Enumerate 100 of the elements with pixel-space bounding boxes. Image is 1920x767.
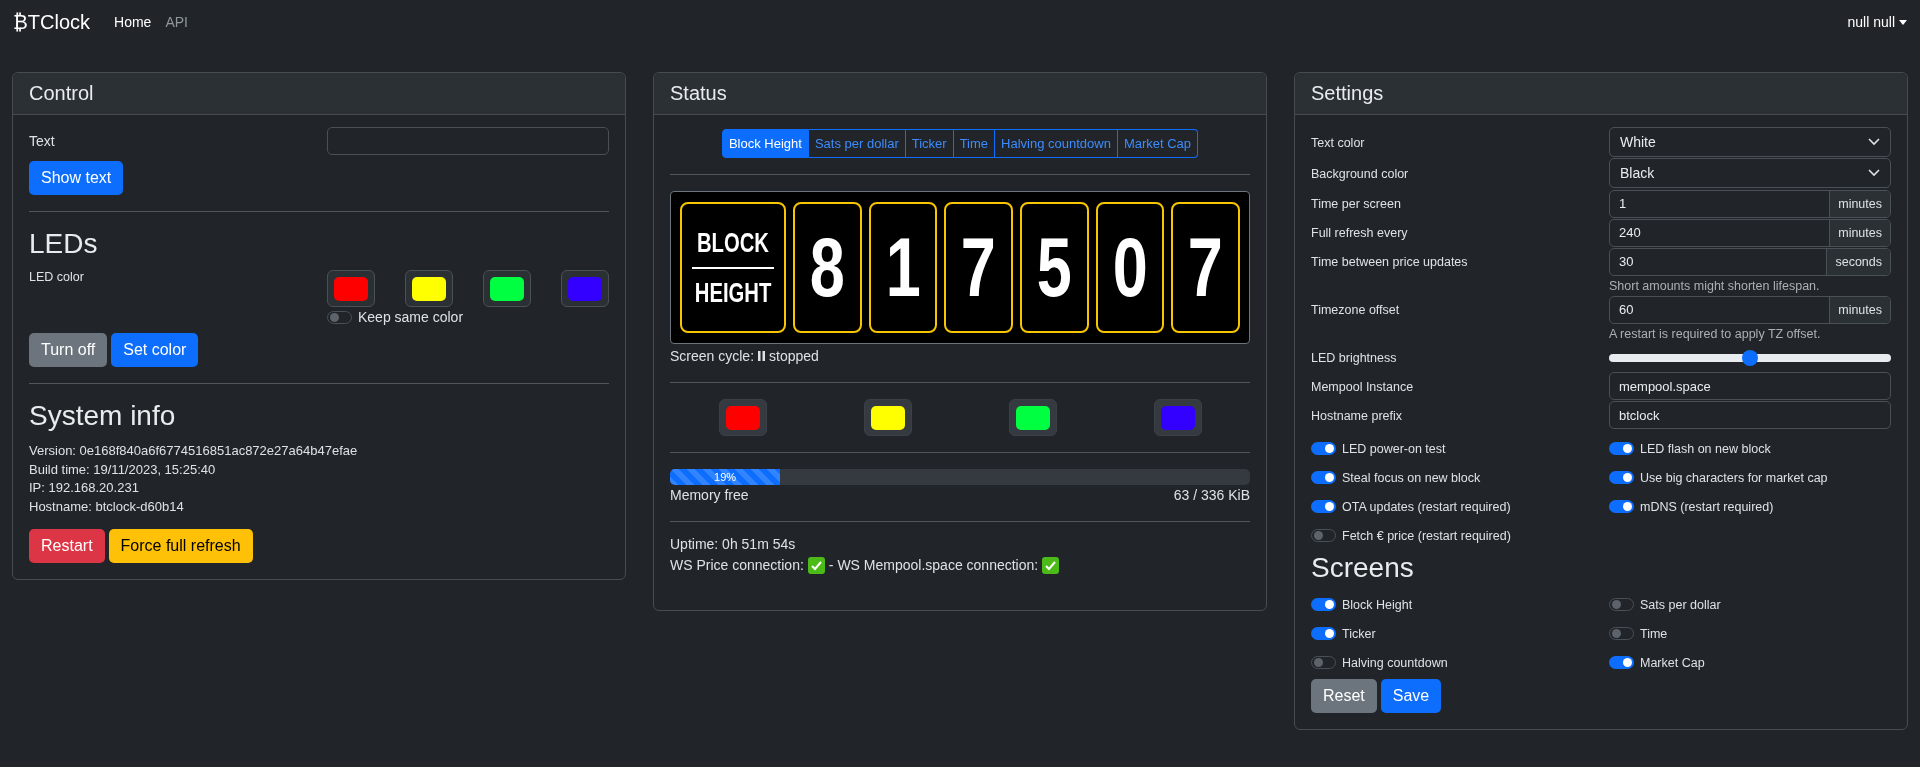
uptime-text: Uptime: 0h 51m 54s (670, 535, 797, 554)
unit-label: minutes (1829, 219, 1890, 246)
caret-icon (1899, 19, 1907, 25)
color-picker[interactable] (561, 270, 609, 307)
toggle-switch[interactable] (1311, 627, 1336, 640)
action-button[interactable]: Reset (1311, 679, 1377, 713)
field-label: Time between price updates (1311, 254, 1469, 269)
field-label: LED brightness (1311, 350, 1398, 365)
toggle-label: LED power-on test (1342, 441, 1446, 456)
field-label: Mempool Instance (1311, 379, 1415, 394)
toggle-switch[interactable] (1311, 500, 1336, 513)
toggle-label: LED flash on new block (1640, 441, 1771, 456)
field-label: Timezone offset (1311, 302, 1401, 317)
number-field[interactable]: 240 minutes (1609, 218, 1891, 247)
unit-label: seconds (1826, 248, 1890, 275)
toggle-label: Halving countdown (1342, 655, 1448, 670)
screen-tab[interactable]: Block Height (721, 129, 809, 158)
number-field[interactable]: 60 minutes (1609, 295, 1891, 324)
toggle-label: Market Cap (1640, 655, 1705, 670)
section-heading: Screens (1311, 552, 1415, 584)
screen-tab[interactable]: Ticker (905, 129, 954, 158)
select-field[interactable]: Black (1609, 158, 1891, 188)
color-picker[interactable] (405, 270, 453, 307)
toggle-switch[interactable] (1311, 442, 1336, 455)
toggle-label: Ticker (1342, 626, 1376, 641)
screen-tab[interactable]: Market Cap (1117, 129, 1199, 158)
unit-label: minutes (1829, 190, 1890, 217)
display-label: BLOCK (697, 226, 769, 260)
slider-thumb[interactable] (1742, 349, 1758, 366)
show-text-button[interactable]: Show text (29, 161, 124, 195)
action-button[interactable]: Force full refresh (108, 529, 253, 563)
toggle-label: Time (1640, 626, 1668, 641)
section-heading: LEDs (29, 228, 99, 260)
text-field[interactable]: mempool.space (1609, 372, 1891, 400)
user-menu[interactable]: null null (1847, 14, 1907, 30)
toggle-switch[interactable] (1609, 598, 1634, 611)
display-digit: 8 (809, 219, 845, 316)
toggle-switch[interactable] (1609, 442, 1634, 455)
field-label: Full refresh every (1311, 225, 1409, 240)
toggle-switch[interactable] (327, 310, 352, 324)
display-label: HEIGHT (694, 276, 772, 310)
progress-fill: 19% (670, 469, 781, 485)
brand-logo[interactable]: ₿TClock (13, 10, 91, 34)
nav-link[interactable]: API (165, 14, 188, 30)
text-field[interactable] (327, 127, 609, 155)
chevron-icon (1868, 138, 1880, 146)
chevron-icon (1868, 169, 1880, 177)
memory-label: Memory free (670, 487, 749, 503)
cycle-state: stopped (769, 348, 819, 364)
color-picker[interactable] (327, 270, 375, 307)
memory-reading: 63 / 336 KiB (1173, 487, 1250, 503)
led-indicator[interactable] (1008, 399, 1057, 436)
toggle-label: Steal focus on new block (1342, 470, 1481, 485)
field-label: Background color (1311, 166, 1410, 181)
nav-link[interactable]: Home (114, 14, 152, 30)
text-field[interactable]: btclock (1609, 401, 1891, 429)
info-text: Version: 0e168f840a6f6774516851ac872e27a64b47efae (29, 442, 359, 460)
select-field[interactable]: White (1609, 127, 1891, 157)
toggle-label: Sats per dollar (1640, 597, 1721, 612)
action-button[interactable]: Save (1380, 679, 1442, 713)
info-text: Build time: 19/11/2023, 15:25:40 (29, 460, 217, 479)
field-label: Text (29, 133, 56, 149)
screen-tab[interactable]: Time (953, 129, 996, 158)
toggle-switch[interactable] (1311, 598, 1336, 611)
toggle-switch[interactable] (1311, 656, 1336, 669)
toggle-label: mDNS (restart required) (1640, 499, 1774, 514)
display-digit: 0 (1112, 219, 1148, 316)
toggle-switch[interactable] (1609, 627, 1634, 640)
screen-tab[interactable]: Halving countdown (995, 129, 1118, 158)
info-text: IP: 192.168.20.231 (29, 479, 140, 497)
field-label: Time per screen (1311, 196, 1402, 211)
field-label: Hostname prefix (1311, 408, 1403, 423)
display-digit: 7 (961, 219, 997, 316)
number-field[interactable]: 30 seconds (1609, 247, 1891, 276)
toggle-switch[interactable] (1609, 656, 1634, 669)
toggle-switch[interactable] (1609, 471, 1634, 484)
toggle-switch[interactable] (1311, 529, 1336, 542)
toggle-label: OTA updates (restart required) (1342, 499, 1511, 514)
cycle-label: Screen cycle: (670, 348, 755, 364)
led-indicator[interactable] (863, 399, 912, 436)
action-button[interactable]: Set color (111, 333, 199, 367)
toggle-switch[interactable] (1311, 471, 1336, 484)
display-digit: 5 (1036, 219, 1072, 316)
color-picker[interactable] (483, 270, 531, 307)
toggle-label: Fetch € price (restart required) (1342, 528, 1511, 543)
display-digit: 7 (1188, 219, 1224, 316)
number-field[interactable]: 1 minutes (1609, 189, 1891, 218)
action-button[interactable]: Restart (29, 529, 105, 563)
hint-text: A restart is required to apply TZ offset. (1609, 327, 1822, 341)
connection-label: - WS Mempool.space connection: (828, 556, 1039, 575)
display-digit: 1 (885, 219, 921, 316)
screen-tab[interactable]: Sats per dollar (808, 129, 906, 158)
section-heading: System info (29, 400, 177, 432)
info-text: Hostname: btclock-d60b14 (29, 497, 185, 516)
hint-text: Short amounts might shorten lifespan. (1609, 279, 1821, 293)
card-title: Control (13, 73, 625, 115)
action-button[interactable]: Turn off (29, 333, 108, 367)
unit-label: minutes (1829, 296, 1890, 323)
toggle-label: Use big characters for market cap (1640, 470, 1828, 485)
toggle-switch[interactable] (1609, 500, 1634, 513)
